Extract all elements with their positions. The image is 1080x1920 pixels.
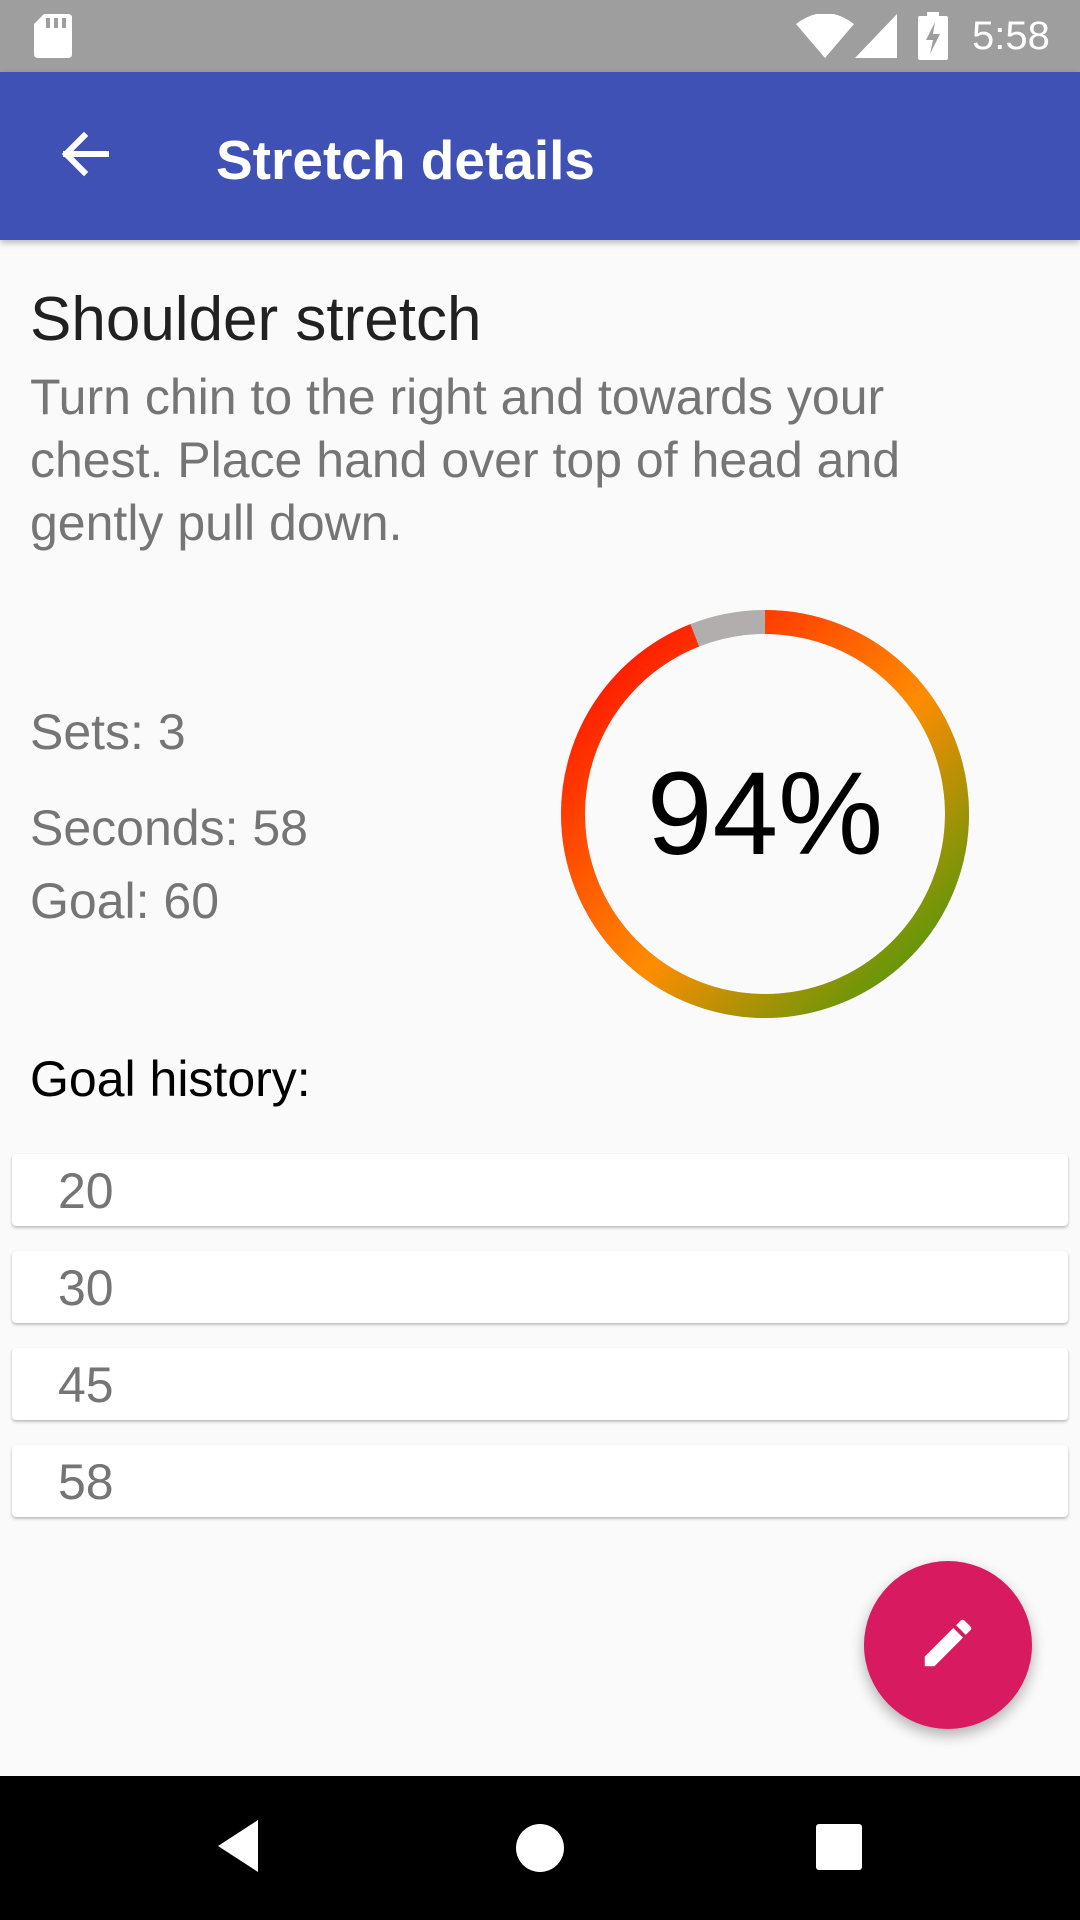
- status-bar: 5:58: [0, 0, 1080, 72]
- history-value: 30: [58, 1260, 114, 1316]
- navigation-bar: [0, 1776, 1080, 1920]
- app-bar: Stretch details: [0, 72, 1080, 240]
- goal-history-label: Goal history:: [30, 1051, 311, 1107]
- nav-home-icon[interactable]: [516, 1824, 564, 1877]
- nav-back-icon[interactable]: [214, 1818, 262, 1879]
- arrow-back-icon: [58, 128, 110, 185]
- sd-card-icon: [34, 14, 72, 63]
- history-item[interactable]: 45: [12, 1348, 1068, 1420]
- nav-recents-icon[interactable]: [816, 1824, 862, 1875]
- stretch-description: Turn chin to the right and towards your …: [30, 369, 901, 551]
- goal-value: Goal: 60: [30, 873, 220, 929]
- pencil-icon: [917, 1612, 979, 1679]
- battery-charging-icon: [918, 12, 948, 65]
- history-item[interactable]: 20: [12, 1154, 1068, 1226]
- history-item[interactable]: 58: [12, 1445, 1068, 1517]
- seconds-count: Seconds: 58: [30, 800, 308, 856]
- stretch-name: Shoulder stretch: [30, 285, 482, 354]
- status-time: 5:58: [972, 14, 1050, 58]
- wifi-icon: [796, 13, 854, 63]
- sets-count: Sets: 3: [30, 704, 186, 760]
- history-value: 20: [58, 1163, 114, 1219]
- back-button[interactable]: [40, 112, 128, 200]
- signal-icon: [855, 14, 897, 63]
- history-value: 58: [58, 1454, 114, 1510]
- edit-button[interactable]: [864, 1561, 1032, 1729]
- history-value: 45: [58, 1357, 114, 1413]
- progress-percent: 94%: [646, 748, 884, 880]
- page-title: Stretch details: [216, 129, 596, 191]
- history-item[interactable]: 30: [12, 1251, 1068, 1323]
